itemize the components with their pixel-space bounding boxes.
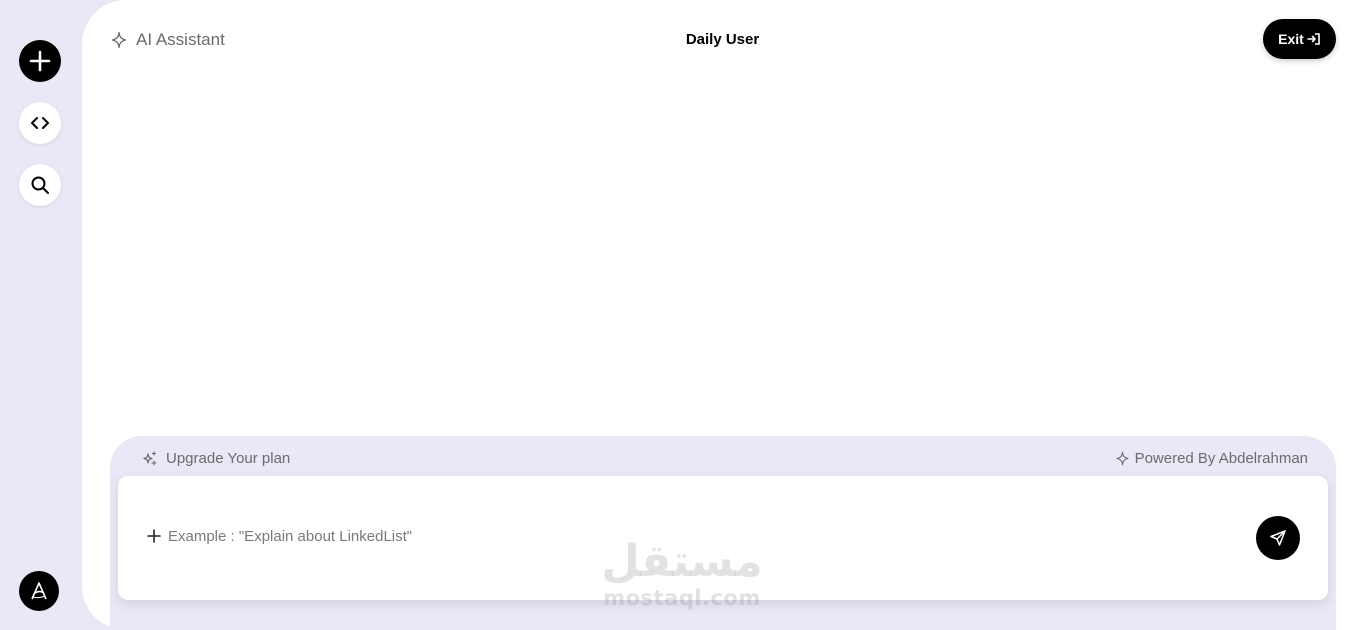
sparkle-icon — [1115, 451, 1130, 466]
code-button[interactable] — [19, 102, 61, 144]
search-button[interactable] — [19, 164, 61, 206]
send-button[interactable] — [1256, 516, 1300, 560]
composer: Upgrade Your plan Powered By Abdelrahman — [110, 436, 1336, 630]
main-panel: AI Assistant Daily User Exit Upgrade You… — [82, 0, 1363, 630]
sign-in-icon — [1307, 32, 1321, 46]
exit-label: Exit — [1278, 31, 1304, 47]
plus-icon — [29, 50, 51, 72]
exit-button[interactable]: Exit — [1263, 19, 1336, 59]
upgrade-plan-label: Upgrade Your plan — [166, 450, 291, 467]
prompt-box — [118, 476, 1328, 600]
upgrade-plan-link[interactable]: Upgrade Your plan — [142, 450, 290, 467]
prompt-input[interactable] — [168, 522, 1228, 550]
letter-a-logo-icon — [31, 582, 47, 600]
add-attachment-button[interactable] — [146, 528, 162, 544]
new-chat-button[interactable] — [19, 40, 61, 82]
powered-by: Powered By Abdelrahman — [1115, 450, 1308, 467]
search-icon — [31, 176, 49, 194]
profile-logo-button[interactable] — [19, 571, 59, 611]
sparkles-icon — [142, 450, 158, 467]
send-icon — [1270, 530, 1286, 546]
plus-icon — [147, 529, 161, 543]
user-label: Daily User — [685, 31, 760, 48]
sidebar — [0, 0, 82, 630]
code-icon — [31, 117, 49, 129]
powered-by-label: Powered By Abdelrahman — [1134, 450, 1308, 467]
